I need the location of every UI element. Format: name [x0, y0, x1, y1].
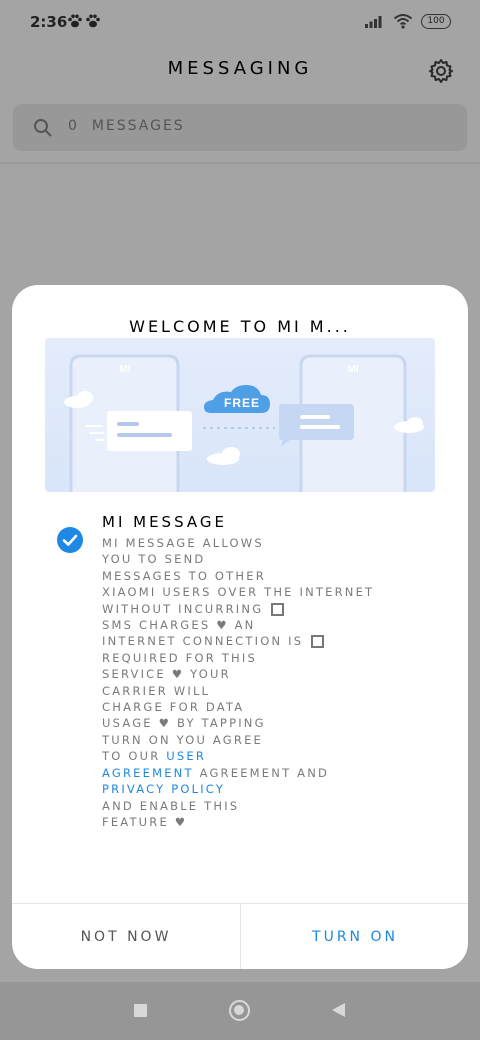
wifi-icon: [393, 14, 413, 29]
body-line-text: AGREEMENT AND: [199, 765, 330, 780]
search-bar[interactable]: 0 MESSAGES: [13, 104, 467, 151]
back-button[interactable]: [332, 1003, 345, 1017]
search-placeholder-text: MESSAGES: [91, 118, 185, 134]
dialog-body: MI MESSAGE MI MESSAGE ALLOWS YOU TO SEND…: [102, 513, 432, 830]
notification-icons: [67, 13, 101, 29]
body-line: MI MESSAGE ALLOWS: [102, 536, 264, 550]
checkmark-icon: [62, 534, 78, 546]
status-time: 2:36: [30, 13, 68, 31]
turn-on-button[interactable]: TURN ON: [241, 904, 468, 969]
body-line: USAGE ♥ BY TAPPING: [102, 716, 266, 731]
body-line: TURN ON YOU AGREE: [102, 732, 264, 747]
user-agreement-link[interactable]: AGREEMENT: [102, 766, 194, 780]
body-line: CHARGE FOR DATA: [102, 700, 245, 715]
battery-icon: 100: [421, 13, 451, 29]
agree-checkbox[interactable]: [57, 527, 83, 553]
home-button[interactable]: [229, 1000, 250, 1021]
app-title: MESSAGING: [167, 58, 313, 79]
body-line: AND ENABLE THIS: [102, 798, 240, 813]
body-line: WITHOUT INCURRING: [102, 601, 432, 617]
signal-icon: [365, 16, 382, 28]
status-right: 100: [365, 13, 451, 29]
navigation-bar: [0, 982, 480, 1040]
search-count: 0: [68, 118, 79, 134]
mi-logo-right: MI: [347, 364, 358, 375]
paw-notification-icon: [68, 14, 82, 28]
dialog-title: WELCOME TO MI M...: [129, 317, 351, 336]
mi-logo-left: MI: [119, 364, 130, 375]
unsupported-glyph-icon: [311, 635, 325, 649]
body-line: SERVICE ♥ YOUR: [102, 667, 231, 682]
body-line: REQUIRED FOR THIS: [102, 650, 257, 665]
body-line: YOU TO SEND: [102, 552, 206, 567]
recents-button[interactable]: [134, 1004, 147, 1017]
body-line: CARRIER WILL: [102, 683, 211, 698]
body-line-text: TO OUR: [102, 749, 161, 764]
search-placeholder: 0 MESSAGES: [68, 118, 185, 134]
free-label: FREE: [224, 396, 260, 410]
unsupported-glyph-icon: [271, 602, 285, 616]
body-line: INTERNET CONNECTION IS: [102, 633, 432, 649]
body-line-text: WITHOUT INCURRING: [102, 601, 264, 616]
illustration: MI MI FREE: [45, 338, 435, 492]
body-line-text: INTERNET CONNECTION IS: [102, 634, 304, 649]
body-line: FEATURE ♥: [102, 814, 188, 829]
body-title: MI MESSAGE: [102, 513, 227, 531]
body-line: XIAOMI USERS OVER THE INTERNET: [102, 585, 375, 600]
user-agreement-link[interactable]: USER: [166, 749, 206, 763]
search-icon: [34, 119, 52, 137]
body-line: AGREEMENT AGREEMENT AND: [102, 765, 432, 781]
welcome-dialog: WELCOME TO MI M... MI MI FREE MI MESSAGE…: [12, 285, 468, 969]
not-now-button[interactable]: NOT NOW: [12, 904, 240, 969]
status-bar: 2:36 100: [0, 0, 480, 44]
body-line: SMS CHARGES ♥ AN: [102, 618, 256, 633]
body-line: MESSAGES TO OTHER: [102, 568, 266, 583]
header-divider: [0, 162, 480, 164]
privacy-policy-link[interactable]: PRIVACY POLICY: [102, 782, 225, 796]
settings-gear-icon[interactable]: [427, 57, 455, 85]
body-line: TO OUR USER: [102, 748, 432, 764]
paw-notification-icon: [86, 14, 100, 28]
body-line: PRIVACY POLICY: [102, 781, 432, 797]
